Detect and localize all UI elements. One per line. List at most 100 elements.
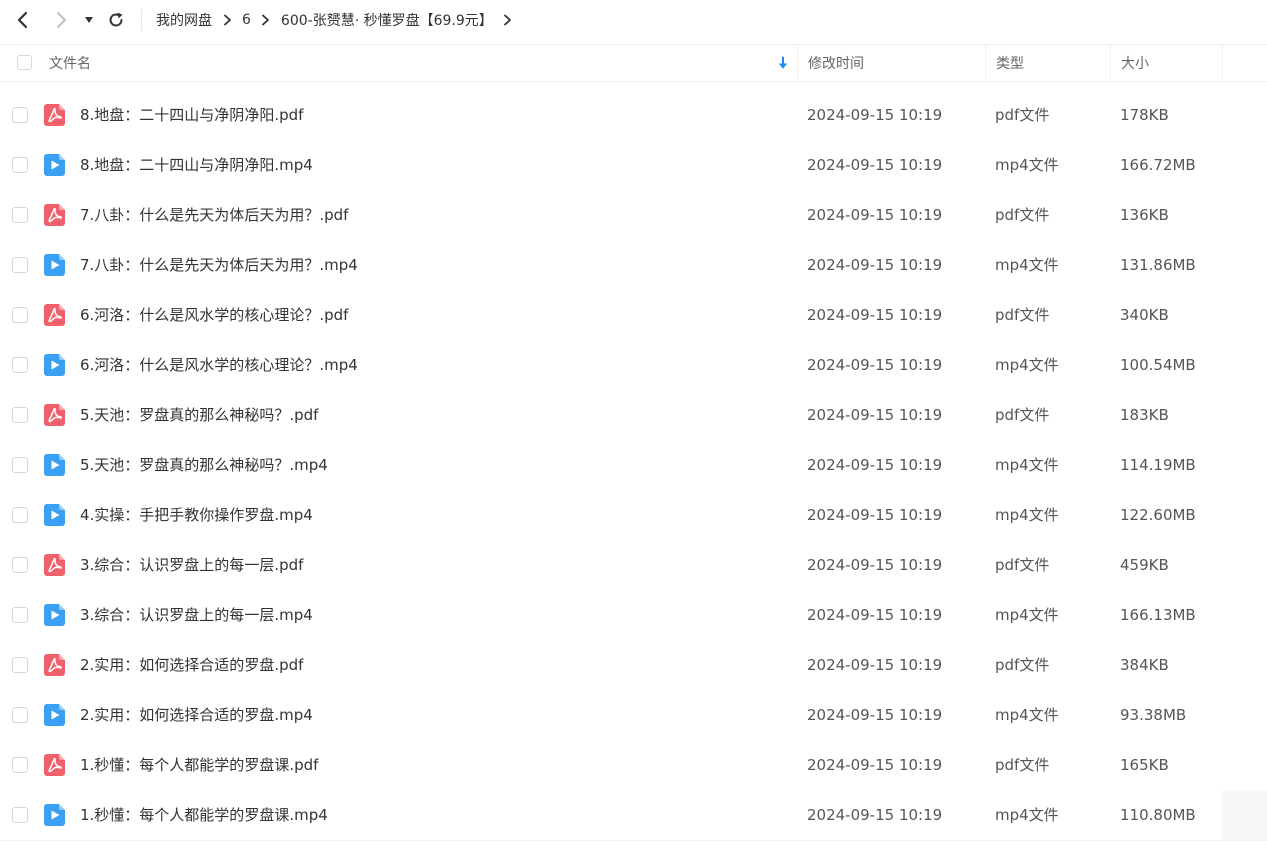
file-row[interactable]: 2.实用：如何选择合适的罗盘.mp4 2024-09-15 10:19 mp4文…: [0, 690, 1267, 740]
file-modified-time: 2024-09-15 10:19: [807, 656, 943, 674]
file-name[interactable]: 2.实用：如何选择合适的罗盘.pdf: [80, 640, 780, 690]
file-row[interactable]: 4.实操：手把手教你操作罗盘.mp4 2024-09-15 10:19 mp4文…: [0, 490, 1267, 540]
file-type: pdf文件: [995, 206, 1050, 224]
file-name[interactable]: 2.实用：如何选择合适的罗盘.mp4: [80, 690, 780, 740]
file-row[interactable]: 7.八卦：什么是先天为体后天为用？.pdf 2024-09-15 10:19 p…: [0, 190, 1267, 240]
file-row[interactable]: 3.综合：认识罗盘上的每一层.pdf 2024-09-15 10:19 pdf文…: [0, 540, 1267, 590]
row-checkbox[interactable]: [12, 707, 28, 723]
row-checkbox[interactable]: [12, 557, 28, 573]
file-modified-time: 2024-09-15 10:19: [807, 606, 943, 624]
file-type: mp4文件: [995, 356, 1059, 374]
file-size: 131.86MB: [1120, 256, 1196, 274]
video-file-icon: [44, 504, 65, 526]
file-type: pdf文件: [995, 756, 1050, 774]
refresh-icon: [109, 12, 123, 27]
video-file-icon: [44, 354, 65, 376]
column-header-modified-label: 修改时间: [808, 56, 864, 72]
file-size: 100.54MB: [1120, 356, 1196, 374]
row-checkbox[interactable]: [12, 457, 28, 473]
history-dropdown-button[interactable]: [80, 0, 98, 40]
file-name[interactable]: 5.天池：罗盘真的那么神秘吗？.pdf: [80, 390, 780, 440]
file-size: 110.80MB: [1120, 806, 1196, 824]
pdf-file-icon: [44, 304, 65, 326]
file-name[interactable]: 7.八卦：什么是先天为体后天为用？.pdf: [80, 190, 780, 240]
row-checkbox[interactable]: [12, 507, 28, 523]
file-modified-time: 2024-09-15 10:19: [807, 556, 943, 574]
row-checkbox[interactable]: [12, 807, 28, 823]
file-row[interactable]: 6.河洛：什么是风水学的核心理论？.mp4 2024-09-15 10:19 m…: [0, 340, 1267, 390]
row-checkbox[interactable]: [12, 407, 28, 423]
column-header-name[interactable]: 文件名: [49, 45, 796, 81]
breadcrumb-item-current[interactable]: 600-张赟慧· 秒懂罗盘【69.9元】: [281, 10, 493, 30]
file-row[interactable]: 6.河洛：什么是风水学的核心理论？.pdf 2024-09-15 10:19 p…: [0, 290, 1267, 340]
file-row[interactable]: 7.八卦：什么是先天为体后天为用？.mp4 2024-09-15 10:19 m…: [0, 240, 1267, 290]
file-name[interactable]: 4.实操：手把手教你操作罗盘.mp4: [80, 490, 780, 540]
file-name[interactable]: 3.综合：认识罗盘上的每一层.pdf: [80, 540, 780, 590]
column-header-size[interactable]: 大小: [1110, 45, 1222, 81]
toolbar-divider: [141, 9, 142, 31]
breadcrumb-item-folder-6[interactable]: 6: [242, 12, 251, 28]
file-row[interactable]: 5.天池：罗盘真的那么神秘吗？.pdf 2024-09-15 10:19 pdf…: [0, 390, 1267, 440]
chevron-left-icon: [17, 11, 28, 29]
row-checkbox[interactable]: [12, 207, 28, 223]
file-type: pdf文件: [995, 106, 1050, 124]
sort-descending-icon[interactable]: [776, 56, 790, 70]
column-header-filler: [1222, 45, 1267, 81]
row-checkbox[interactable]: [12, 107, 28, 123]
row-checkbox[interactable]: [12, 157, 28, 173]
file-size: 178KB: [1120, 106, 1169, 124]
row-checkbox[interactable]: [12, 357, 28, 373]
refresh-button[interactable]: [104, 0, 128, 40]
file-name[interactable]: 8.地盘：二十四山与净阴净阳.pdf: [80, 90, 780, 140]
back-button[interactable]: [10, 0, 34, 40]
file-row[interactable]: 1.秒懂：每个人都能学的罗盘课.mp4 2024-09-15 10:19 mp4…: [0, 790, 1267, 840]
file-type: pdf文件: [995, 656, 1050, 674]
file-row[interactable]: 8.地盘：二十四山与净阴净阳.mp4 2024-09-15 10:19 mp4文…: [0, 140, 1267, 190]
row-checkbox[interactable]: [12, 657, 28, 673]
pdf-file-icon: [44, 554, 65, 576]
column-header-type-label: 类型: [996, 56, 1024, 72]
file-row[interactable]: 2.实用：如何选择合适的罗盘.pdf 2024-09-15 10:19 pdf文…: [0, 640, 1267, 690]
file-row[interactable]: 5.天池：罗盘真的那么神秘吗？.mp4 2024-09-15 10:19 mp4…: [0, 440, 1267, 490]
file-modified-time: 2024-09-15 10:19: [807, 706, 943, 724]
file-size: 136KB: [1120, 206, 1169, 224]
breadcrumb-item-root[interactable]: 我的网盘: [156, 10, 212, 30]
file-modified-time: 2024-09-15 10:19: [807, 356, 943, 374]
video-file-icon: [44, 254, 65, 276]
row-checkbox[interactable]: [12, 607, 28, 623]
select-all-checkbox[interactable]: [17, 55, 32, 70]
row-checkbox[interactable]: [12, 257, 28, 273]
chevron-right-icon[interactable]: [493, 14, 523, 26]
video-file-icon: [44, 454, 65, 476]
forward-button[interactable]: [50, 0, 74, 40]
file-name[interactable]: 6.河洛：什么是风水学的核心理论？.pdf: [80, 290, 780, 340]
file-type: mp4文件: [995, 606, 1059, 624]
file-type: mp4文件: [995, 456, 1059, 474]
pdf-file-icon: [44, 404, 65, 426]
file-type: mp4文件: [995, 506, 1059, 524]
file-row[interactable]: 1.秒懂：每个人都能学的罗盘课.pdf 2024-09-15 10:19 pdf…: [0, 740, 1267, 790]
pdf-file-icon: [44, 754, 65, 776]
file-name[interactable]: 7.八卦：什么是先天为体后天为用？.mp4: [80, 240, 780, 290]
file-size: 459KB: [1120, 556, 1169, 574]
file-size: 93.38MB: [1120, 706, 1187, 724]
file-name[interactable]: 1.秒懂：每个人都能学的罗盘课.mp4: [80, 790, 780, 840]
file-name[interactable]: 3.综合：认识罗盘上的每一层.mp4: [80, 590, 780, 640]
breadcrumb: 我的网盘 6 600-张赟慧· 秒懂罗盘【69.9元】: [156, 0, 523, 40]
file-type: mp4文件: [995, 256, 1059, 274]
file-modified-time: 2024-09-15 10:19: [807, 506, 943, 524]
file-name[interactable]: 6.河洛：什么是风水学的核心理论？.mp4: [80, 340, 780, 390]
navigation-bar: 我的网盘 6 600-张赟慧· 秒懂罗盘【69.9元】: [0, 0, 1267, 40]
file-name[interactable]: 8.地盘：二十四山与净阴净阳.mp4: [80, 140, 780, 190]
file-size: 165KB: [1120, 756, 1169, 774]
row-checkbox[interactable]: [12, 307, 28, 323]
row-checkbox[interactable]: [12, 757, 28, 773]
column-header-type[interactable]: 类型: [985, 45, 1109, 81]
file-name[interactable]: 1.秒懂：每个人都能学的罗盘课.pdf: [80, 740, 780, 790]
file-name[interactable]: 5.天池：罗盘真的那么神秘吗？.mp4: [80, 440, 780, 490]
scroll-corner: [1222, 790, 1267, 840]
file-row[interactable]: 8.地盘：二十四山与净阴净阳.pdf 2024-09-15 10:19 pdf文…: [0, 90, 1267, 140]
column-header-modified[interactable]: 修改时间: [797, 45, 984, 81]
file-modified-time: 2024-09-15 10:19: [807, 206, 943, 224]
file-row[interactable]: 3.综合：认识罗盘上的每一层.mp4 2024-09-15 10:19 mp4文…: [0, 590, 1267, 640]
